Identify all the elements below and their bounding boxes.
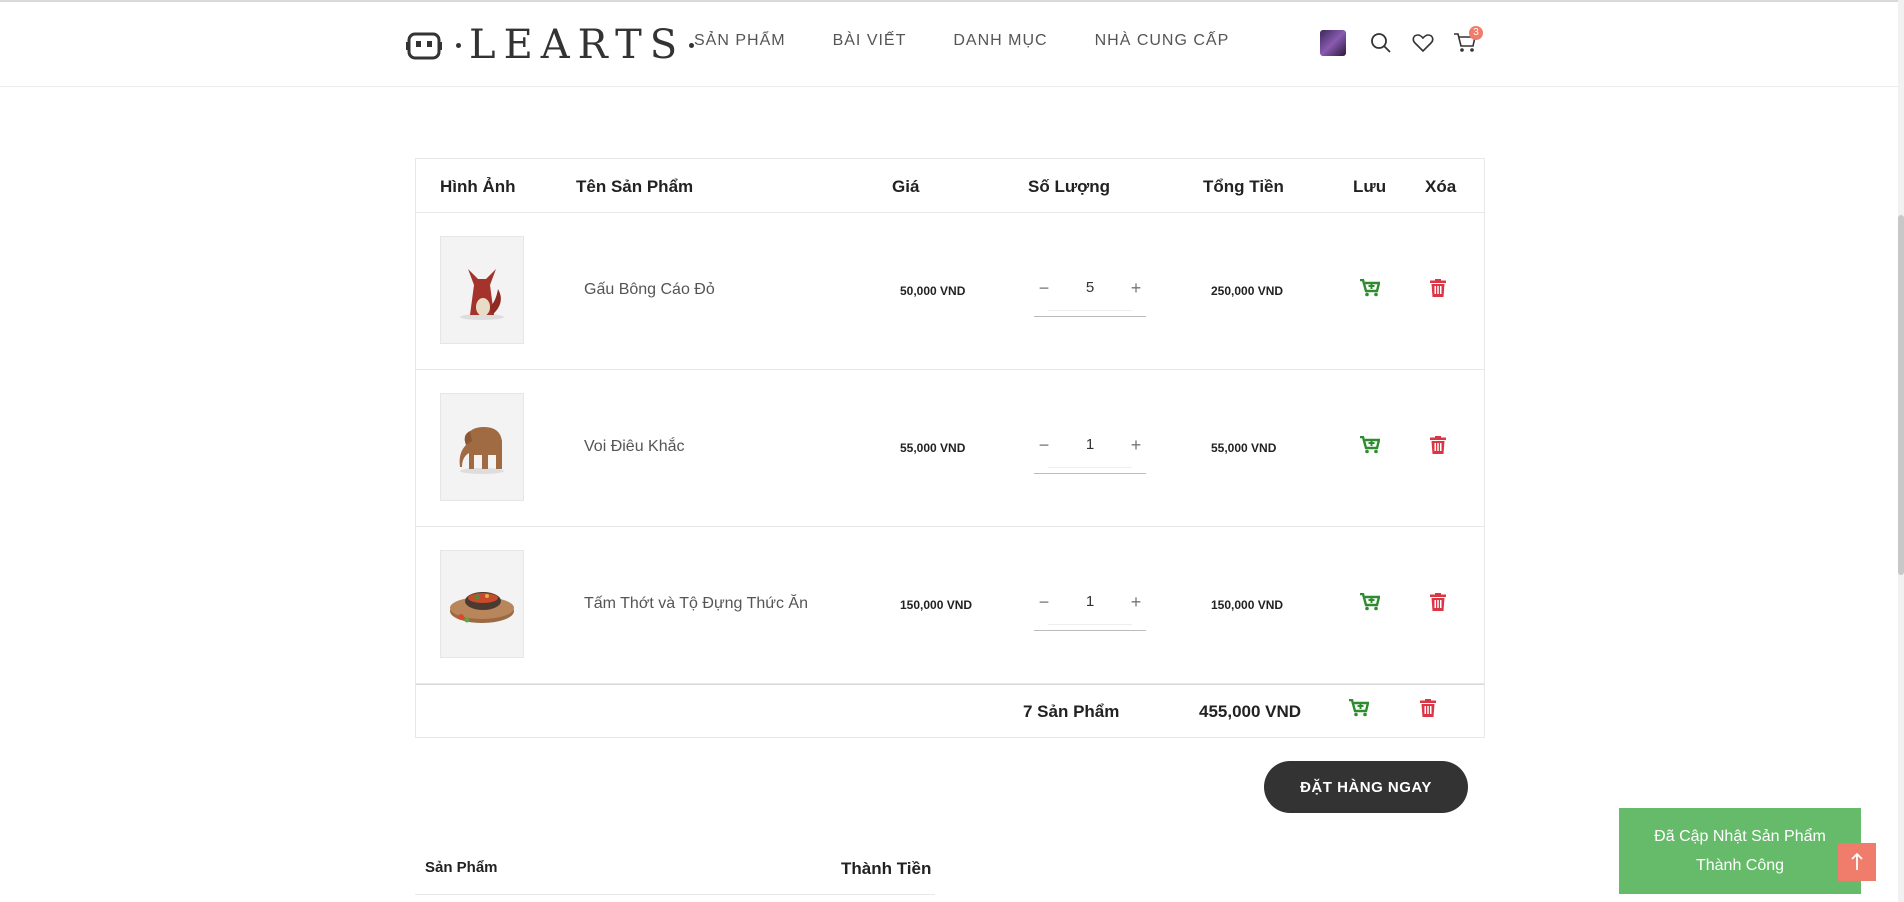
main-nav: SẢN PHẨM BÀI VIẾT DANH MỤC NHÀ CUNG CẤP bbox=[694, 32, 1276, 50]
qty-underline bbox=[1048, 467, 1132, 468]
row-total: 150,000 VND bbox=[1211, 598, 1284, 612]
qty-border bbox=[1034, 316, 1146, 317]
cart-button[interactable]: 3 bbox=[1452, 26, 1483, 56]
product-image[interactable] bbox=[440, 550, 524, 658]
product-image[interactable] bbox=[440, 236, 524, 344]
qty-underline bbox=[1048, 624, 1132, 625]
save-button[interactable] bbox=[1360, 278, 1381, 302]
table-row: Tấm Thớt và Tộ Đựng Thức Ăn 150,000 VND … bbox=[416, 527, 1484, 684]
nav-item-suppliers[interactable]: NHÀ CUNG CẤP bbox=[1095, 32, 1230, 50]
trash-icon bbox=[1430, 436, 1446, 454]
toast-line-2: Thành Công bbox=[1695, 857, 1785, 874]
site-logo[interactable]: LEARTS bbox=[406, 20, 698, 70]
qty-decrease-button[interactable]: − bbox=[1034, 592, 1054, 613]
delete-button[interactable] bbox=[1430, 593, 1446, 616]
delete-button[interactable] bbox=[1430, 436, 1446, 459]
delete-button[interactable] bbox=[1430, 279, 1446, 302]
row-total: 250,000 VND bbox=[1211, 284, 1284, 298]
delete-all-button[interactable] bbox=[1420, 699, 1436, 722]
quantity-stepper: − 1 + bbox=[1034, 583, 1146, 631]
cart-plus-icon bbox=[1360, 278, 1381, 297]
table-footer: 7 Sản Phẩm 455,000 VND bbox=[416, 684, 1484, 737]
logo-dot-left bbox=[456, 42, 461, 48]
header-save: Lưu bbox=[1353, 177, 1387, 196]
table-row: Voi Điêu Khắc 55,000 VND − 1 + 55,000 VN… bbox=[416, 370, 1484, 527]
row-total: 55,000 VND bbox=[1211, 441, 1277, 455]
header-delete: Xóa bbox=[1425, 177, 1457, 196]
quantity-stepper: − 1 + bbox=[1034, 426, 1146, 474]
summary-col-amount: Thành Tiền bbox=[841, 859, 932, 878]
user-avatar[interactable] bbox=[1320, 30, 1346, 56]
table-header: Hình Ảnh Tên Sản Phẩm Giá Số Lượng Tổng … bbox=[416, 159, 1484, 213]
header-image: Hình Ảnh bbox=[440, 177, 516, 196]
summary-col-product: Sản Phẩm bbox=[425, 859, 498, 876]
trash-icon bbox=[1430, 593, 1446, 611]
table-row: Gấu Bông Cáo Đỏ 50,000 VND − 5 + 250,000… bbox=[416, 213, 1484, 370]
quantity-stepper: − 5 + bbox=[1034, 269, 1146, 317]
fox-plush-image bbox=[460, 269, 504, 320]
cart-plus-icon bbox=[1349, 698, 1370, 717]
toast-line-1: Đã Cập Nhật Sản Phẩm bbox=[1654, 828, 1826, 845]
header-price: Giá bbox=[892, 177, 920, 196]
trash-icon bbox=[1430, 279, 1446, 297]
cart-table: Hình Ảnh Tên Sản Phẩm Giá Số Lượng Tổng … bbox=[415, 158, 1485, 738]
qty-decrease-button[interactable]: − bbox=[1034, 278, 1054, 299]
qty-underline bbox=[1048, 310, 1132, 311]
order-now-button[interactable]: ĐẶT HÀNG NGAY bbox=[1264, 761, 1468, 813]
arrow-up-icon bbox=[1851, 853, 1863, 870]
site-header: LEARTS SẢN PHẨM BÀI VIẾT DANH MỤC NHÀ CU… bbox=[0, 2, 1904, 87]
header-actions: 3 bbox=[1320, 26, 1494, 56]
grand-total: 455,000 VND bbox=[1199, 702, 1302, 721]
header-total: Tổng Tiền bbox=[1203, 177, 1284, 196]
search-icon bbox=[1371, 33, 1391, 53]
qty-increase-button[interactable]: + bbox=[1126, 592, 1146, 613]
qty-value[interactable]: 5 bbox=[1074, 279, 1106, 296]
product-price: 55,000 VND bbox=[900, 441, 966, 455]
save-button[interactable] bbox=[1360, 435, 1381, 459]
product-price: 50,000 VND bbox=[900, 284, 966, 298]
scroll-to-top-button[interactable] bbox=[1838, 843, 1876, 881]
qty-border bbox=[1034, 630, 1146, 631]
order-summary-header: Sản Phẩm Thành Tiền bbox=[415, 852, 935, 895]
cart-plus-icon bbox=[1360, 435, 1381, 454]
product-name[interactable]: Gấu Bông Cáo Đỏ bbox=[584, 281, 715, 299]
qty-border bbox=[1034, 473, 1146, 474]
qty-value[interactable]: 1 bbox=[1074, 436, 1106, 453]
qty-value[interactable]: 1 bbox=[1074, 593, 1106, 610]
robot-logo-icon bbox=[406, 32, 442, 60]
cart-plus-icon bbox=[1360, 592, 1381, 611]
product-name[interactable]: Voi Điêu Khắc bbox=[584, 438, 685, 456]
success-toast[interactable]: Đã Cập Nhật Sản Phẩm Thành Công bbox=[1619, 808, 1861, 894]
scrollbar-thumb[interactable] bbox=[1898, 215, 1904, 575]
save-all-button[interactable] bbox=[1349, 698, 1370, 722]
product-name[interactable]: Tấm Thớt và Tộ Đựng Thức Ăn bbox=[584, 595, 808, 613]
product-image[interactable] bbox=[440, 393, 524, 501]
nav-item-articles[interactable]: BÀI VIẾT bbox=[833, 32, 907, 50]
qty-increase-button[interactable]: + bbox=[1126, 278, 1146, 299]
logo-text: LEARTS bbox=[469, 22, 686, 68]
qty-increase-button[interactable]: + bbox=[1126, 435, 1146, 456]
save-button[interactable] bbox=[1360, 592, 1381, 616]
wishlist-button[interactable] bbox=[1410, 30, 1436, 56]
product-price: 150,000 VND bbox=[900, 598, 973, 612]
search-button[interactable] bbox=[1368, 30, 1394, 56]
header-qty: Số Lượng bbox=[1028, 177, 1110, 196]
nav-item-products[interactable]: SẢN PHẨM bbox=[694, 32, 786, 50]
heart-icon bbox=[1412, 34, 1434, 53]
total-item-count: 7 Sản Phẩm bbox=[1023, 702, 1120, 721]
cutting-board-bowl-image bbox=[450, 592, 514, 623]
cart-count-badge: 3 bbox=[1469, 26, 1483, 40]
nav-item-categories[interactable]: DANH MỤC bbox=[953, 32, 1047, 50]
qty-decrease-button[interactable]: − bbox=[1034, 435, 1054, 456]
wooden-elephant-image bbox=[459, 427, 504, 474]
header-name: Tên Sản Phẩm bbox=[576, 177, 694, 196]
trash-icon bbox=[1420, 699, 1436, 717]
